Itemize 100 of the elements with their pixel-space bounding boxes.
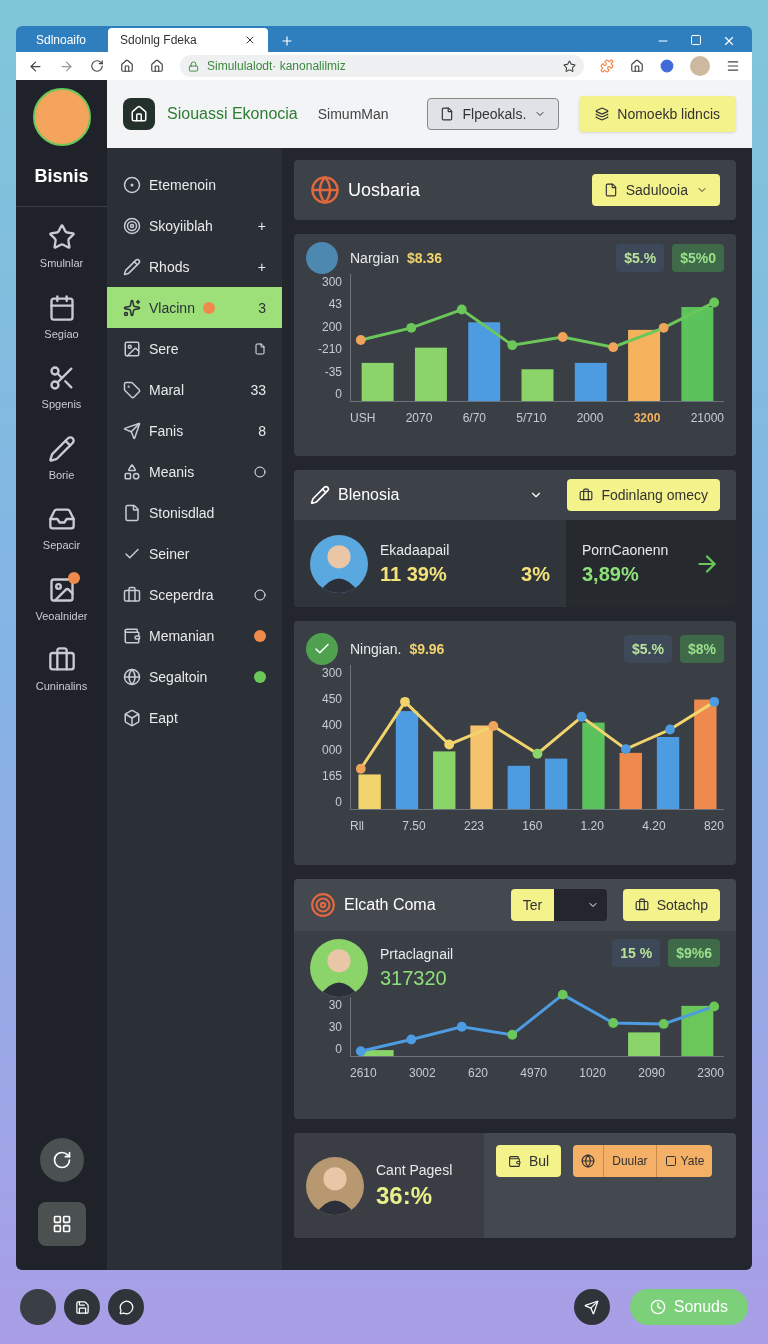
menu-item[interactable]: Seiner (107, 533, 282, 574)
reload-icon[interactable] (90, 59, 104, 73)
data-point (456, 1021, 467, 1032)
menu-item[interactable]: Skoyiiblah + (107, 205, 282, 246)
data-point (400, 696, 410, 707)
bookmark-icon[interactable] (563, 59, 576, 73)
home-icon[interactable] (120, 59, 134, 73)
home-icon[interactable] (150, 59, 164, 73)
stat-value: 317320 (380, 966, 448, 991)
action-button[interactable]: Fodinlang omecy (567, 479, 720, 511)
menu-icon (123, 503, 141, 522)
data-point (620, 744, 631, 755)
avatar (310, 534, 368, 593)
axis-label: 0 (335, 1041, 342, 1057)
menu-item[interactable]: Maral 33 (107, 369, 282, 410)
data-point (608, 1018, 619, 1028)
chart-bar (433, 751, 456, 809)
browser-tab[interactable]: Sdolnlg Fdeka (108, 28, 268, 52)
target-icon (310, 892, 336, 918)
segment-button[interactable]: Yate (656, 1145, 713, 1177)
select-button[interactable]: Sadulooia (591, 174, 720, 206)
menu-item[interactable]: Vlacinn 3 (107, 287, 282, 328)
stat-label: PornCaonenn (582, 540, 669, 560)
axis-label: 4970 (520, 1065, 547, 1081)
rail-item[interactable]: Spgenis (35, 364, 88, 413)
axis-label: 223 (463, 818, 484, 834)
rail-item[interactable]: Smulnlar (35, 223, 88, 272)
data-point (355, 763, 366, 774)
menu-item[interactable]: Stonisdlad (107, 492, 282, 533)
menu-icon (123, 421, 141, 440)
rail-item[interactable]: Segiao (35, 293, 88, 342)
menu-item[interactable]: Etemenoin (107, 164, 282, 205)
menu-item[interactable]: Segaltoin (107, 656, 282, 697)
lock-icon (188, 60, 199, 72)
refresh-button[interactable] (39, 1138, 84, 1182)
close-icon[interactable] (244, 34, 256, 46)
axis-label: 5/710 (516, 410, 547, 426)
axis-label: Rll (350, 818, 364, 834)
brand-name: Bisnis (34, 165, 89, 188)
menu-item[interactable]: Sere (107, 328, 282, 369)
browser-tab[interactable]: Sdlnoaifo (24, 28, 104, 52)
menu-item[interactable]: Sceperdra (107, 574, 282, 615)
home-icon[interactable] (630, 59, 644, 73)
forward-icon[interactable] (59, 58, 74, 74)
data-point (665, 724, 675, 735)
action-button[interactable]: Nomoekb lidncis (579, 96, 736, 132)
stat-chip: $5.% (624, 635, 672, 663)
stat-chip: $9%6 (668, 939, 720, 967)
menu-icon[interactable] (726, 59, 740, 73)
maximize-icon[interactable] (690, 34, 702, 46)
axis-label: 1.20 (580, 818, 604, 834)
segment-button[interactable]: Duular (604, 1145, 657, 1177)
data-point (406, 1034, 417, 1045)
back-icon[interactable] (28, 58, 43, 74)
home-icon (123, 98, 155, 130)
user-avatar[interactable] (20, 1289, 56, 1325)
item-count: 33 (250, 380, 266, 400)
data-point (557, 989, 568, 1000)
rail-item[interactable]: Veoalnider (35, 575, 88, 624)
menu-item[interactable]: Meanis (107, 451, 282, 492)
axis-label: 2000 (576, 410, 604, 426)
data-point (709, 297, 720, 308)
save-button[interactable] (64, 1289, 100, 1325)
chart-bar (628, 1032, 661, 1056)
axis-label: 2070 (405, 410, 433, 426)
menu-icon (123, 667, 141, 686)
send-button[interactable] (573, 1289, 610, 1325)
chart-value: $8.36 (407, 249, 443, 268)
app-subtitle: SimumMan (317, 105, 389, 124)
action-button[interactable]: Bul (496, 1145, 562, 1177)
data-point (709, 696, 720, 707)
menu-icon (123, 626, 141, 645)
apps-button[interactable] (37, 1202, 86, 1246)
menu-item[interactable]: Rhods + (107, 246, 282, 287)
axis-label: 2610 (350, 1065, 377, 1081)
item-icon (254, 588, 266, 601)
rail-item[interactable]: Borie (35, 434, 88, 483)
chart-bar (507, 765, 531, 809)
rail-item[interactable]: Cuninalins (35, 646, 88, 695)
chart-bar (656, 737, 680, 809)
rail-item[interactable]: Sepacir (35, 505, 88, 554)
new-tab-icon[interactable] (280, 34, 294, 48)
axis-label: 4.20 (642, 818, 666, 834)
chart-title: Ningian. (350, 640, 402, 659)
menu-item[interactable]: Fanis 8 (107, 410, 282, 451)
chat-button[interactable] (108, 1289, 144, 1325)
briefcase-icon (634, 898, 649, 912)
axis-label: 0 (335, 385, 342, 402)
action-button[interactable]: Sotachp (622, 889, 720, 921)
chart-bar (544, 758, 568, 809)
menu-item[interactable]: Memanian (107, 615, 282, 656)
select-button[interactable]: Flpeokals. (427, 98, 560, 130)
address-bar[interactable]: Simululalodt· kanonalilmiz (180, 55, 584, 77)
item-count: 8 (258, 421, 266, 441)
globe-icon[interactable] (581, 1154, 596, 1168)
profile-icon[interactable] (660, 59, 674, 73)
axis-label: 7.50 (402, 818, 426, 834)
menu-item[interactable]: Eapt (107, 697, 282, 738)
item-icon (254, 342, 266, 355)
wallet-icon (508, 1154, 521, 1168)
